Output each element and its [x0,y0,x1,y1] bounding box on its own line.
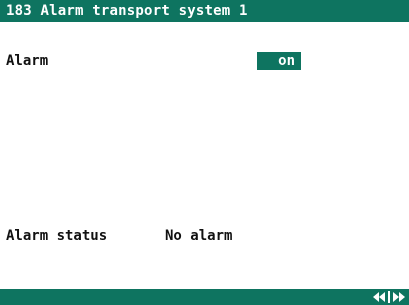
right-nav-arrow-icon[interactable] [391,291,407,303]
device-screen: 183 Alarm transport system 1 Alarm on Al… [0,0,409,305]
title-bar: 183 Alarm transport system 1 [0,0,409,22]
nav-arrows[interactable] [371,291,407,303]
page-title: 183 Alarm transport system 1 [6,3,248,19]
nav-separator [388,291,390,303]
alarm-status-label: Alarm status [6,228,108,244]
alarm-value-field[interactable]: on [257,52,301,70]
bottom-bar [0,289,409,305]
alarm-label: Alarm [6,53,49,69]
alarm-status-value: No alarm [165,228,233,244]
left-nav-arrow-icon[interactable] [371,291,387,303]
